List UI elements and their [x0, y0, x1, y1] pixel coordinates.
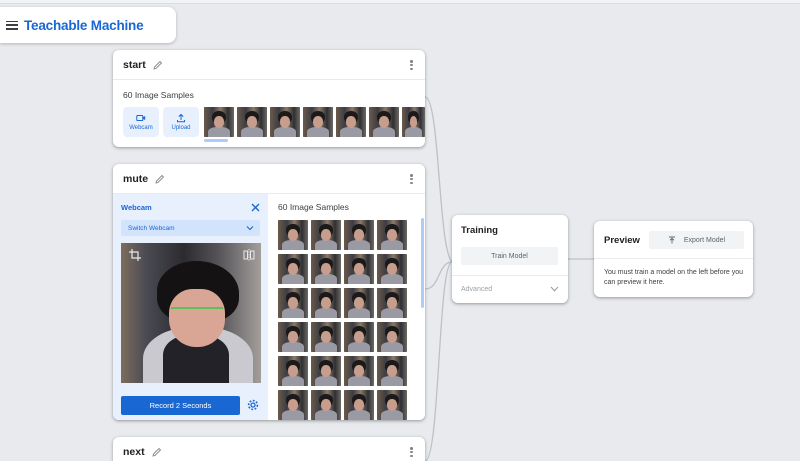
- crop-icon[interactable]: [129, 249, 141, 261]
- sample-thumbnail[interactable]: [278, 220, 308, 250]
- sample-thumbnail[interactable]: [369, 107, 399, 137]
- export-icon: [668, 236, 675, 244]
- sample-thumbnail[interactable]: [204, 107, 234, 137]
- sample-thumbnail[interactable]: [344, 220, 374, 250]
- vertical-scrollbar[interactable]: [421, 218, 424, 308]
- sample-thumbnail[interactable]: [311, 322, 341, 352]
- webcam-button[interactable]: Webcam: [123, 107, 159, 137]
- sample-thumbnail[interactable]: [278, 356, 308, 386]
- sample-thumbnail[interactable]: [311, 356, 341, 386]
- chevron-down-icon: [246, 226, 254, 231]
- upload-icon: [177, 113, 185, 123]
- upload-button[interactable]: Upload: [163, 107, 199, 137]
- train-model-button[interactable]: Train Model: [461, 247, 558, 265]
- class-card-start: start 60 Image Samples Webcam Upload: [113, 50, 425, 147]
- sample-thumbnail[interactable]: [344, 322, 374, 352]
- sample-thumbnail[interactable]: [377, 390, 407, 420]
- preview-card: Preview Export Model You must train a mo…: [594, 221, 753, 297]
- class-name[interactable]: next: [123, 446, 145, 458]
- sample-thumbnail[interactable]: [311, 288, 341, 318]
- app-title[interactable]: Teachable Machine: [24, 18, 144, 33]
- advanced-toggle[interactable]: Advanced: [461, 286, 492, 293]
- sample-thumbnail[interactable]: [402, 107, 425, 137]
- class-name[interactable]: start: [123, 59, 146, 71]
- flip-icon[interactable]: [243, 249, 255, 261]
- app-header: Teachable Machine: [0, 7, 176, 43]
- sample-thumbnail[interactable]: [336, 107, 366, 137]
- class-card-mute: mute Webcam Switch Webcam Record 2 Secon…: [113, 164, 425, 420]
- more-vert-icon[interactable]: [410, 60, 413, 70]
- training-title: Training: [461, 225, 498, 236]
- settings-icon[interactable]: [247, 399, 259, 411]
- class-card-header: start: [113, 50, 425, 80]
- samples-count-label: 60 Image Samples: [278, 202, 349, 212]
- training-card: Training Train Model Advanced: [452, 215, 568, 303]
- samples-count-label: 60 Image Samples: [123, 90, 194, 100]
- videocam-icon: [136, 115, 146, 121]
- preview-message: You must train a model on the left befor…: [604, 269, 744, 286]
- sample-thumbnail[interactable]: [278, 288, 308, 318]
- chevron-down-icon[interactable]: [550, 286, 559, 292]
- sample-thumbnail[interactable]: [344, 356, 374, 386]
- sample-thumbnail[interactable]: [377, 356, 407, 386]
- webcam-button-label: Webcam: [129, 125, 153, 131]
- webcam-video: [121, 243, 261, 383]
- sample-thumbnail[interactable]: [311, 220, 341, 250]
- class-card-header: mute: [113, 164, 425, 194]
- pencil-icon[interactable]: [153, 60, 163, 70]
- pencil-icon[interactable]: [151, 447, 162, 457]
- sample-thumbnail[interactable]: [311, 390, 341, 420]
- pencil-icon[interactable]: [155, 174, 165, 184]
- webcam-panel-title: Webcam: [121, 203, 152, 212]
- sample-thumbnail[interactable]: [344, 254, 374, 284]
- switch-webcam-select[interactable]: Switch Webcam: [121, 220, 260, 236]
- divider: [594, 258, 753, 259]
- sample-thumbnail[interactable]: [303, 107, 333, 137]
- class-card-next: next: [113, 437, 425, 461]
- sample-thumbnail[interactable]: [344, 390, 374, 420]
- preview-title: Preview: [604, 235, 640, 246]
- sample-thumbnail[interactable]: [377, 288, 407, 318]
- sample-thumbnail[interactable]: [278, 390, 308, 420]
- sample-thumbnail[interactable]: [311, 254, 341, 284]
- export-model-button[interactable]: Export Model: [649, 231, 744, 249]
- class-card-header: next: [113, 437, 425, 461]
- divider: [452, 275, 568, 276]
- switch-webcam-label: Switch Webcam: [128, 224, 175, 232]
- class-name[interactable]: mute: [123, 173, 148, 185]
- webcam-panel: Webcam Switch Webcam Record 2 Seconds: [113, 194, 268, 420]
- sample-thumbnail[interactable]: [237, 107, 267, 137]
- close-icon[interactable]: [251, 203, 260, 212]
- upload-button-label: Upload: [171, 125, 191, 131]
- record-button[interactable]: Record 2 Seconds: [121, 396, 240, 415]
- menu-icon[interactable]: [6, 20, 18, 30]
- sample-thumbnail[interactable]: [278, 254, 308, 284]
- sample-thumbnail[interactable]: [278, 322, 308, 352]
- sample-thumbnail[interactable]: [377, 254, 407, 284]
- more-vert-icon[interactable]: [410, 174, 413, 184]
- export-model-label: Export Model: [683, 236, 726, 244]
- sample-thumbnail[interactable]: [344, 288, 374, 318]
- horizontal-scrollbar[interactable]: [204, 139, 228, 142]
- samples-panel: 60 Image Samples: [268, 194, 425, 420]
- more-vert-icon[interactable]: [410, 447, 413, 457]
- sample-thumbnail[interactable]: [270, 107, 300, 137]
- sample-thumbnail[interactable]: [377, 220, 407, 250]
- bookmarks-bar: [0, 0, 800, 4]
- sample-thumbnail[interactable]: [377, 322, 407, 352]
